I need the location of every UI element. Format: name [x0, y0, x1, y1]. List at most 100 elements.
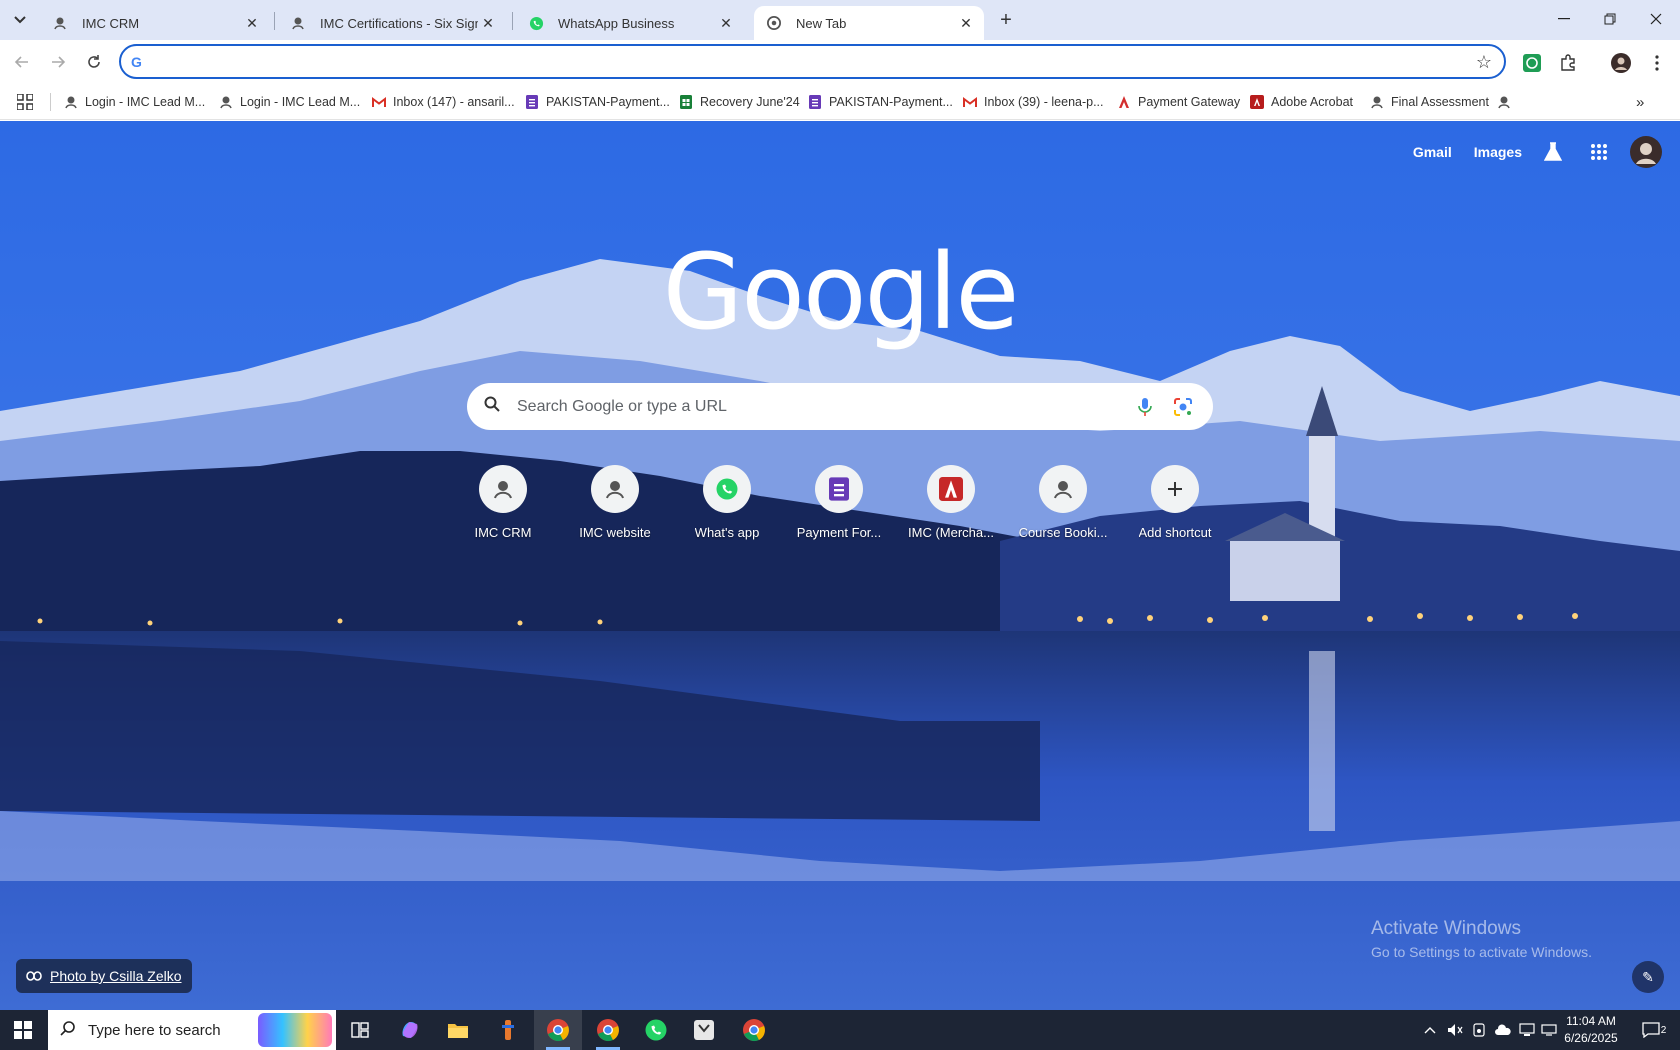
extensions-puzzle-icon[interactable]: [1557, 52, 1579, 74]
copilot-icon[interactable]: [386, 1010, 434, 1050]
chrome-menu-icon[interactable]: [1646, 52, 1668, 74]
google-apps-icon[interactable]: [1590, 143, 1608, 161]
voice-search-mic-icon[interactable]: [1133, 397, 1157, 417]
search-box[interactable]: Search Google or type a URL: [467, 383, 1213, 430]
bookmark-item[interactable]: PAKISTAN-Payment...: [525, 92, 670, 112]
new-tab-page: Gmail Images Google Search Google or typ…: [0, 121, 1680, 1010]
google-logo: Google: [662, 231, 1020, 353]
bookmark-label: Login - IMC Lead M...: [240, 95, 361, 109]
imc-icon: [52, 15, 68, 31]
shortcut-payment-form[interactable]: Payment For...: [783, 465, 895, 540]
acrobat-icon: [927, 465, 975, 513]
whatsapp-extension-icon[interactable]: [1521, 52, 1543, 74]
tab-imc-crm[interactable]: IMC CRM ✕: [40, 6, 270, 40]
tab-close-icon[interactable]: ✕: [956, 15, 976, 32]
file-explorer-icon[interactable]: [434, 1010, 482, 1050]
imc-icon: [479, 465, 527, 513]
network-icon[interactable]: [1515, 1010, 1539, 1050]
bookmark-item[interactable]: Payment Gateway: [1117, 92, 1240, 112]
system-clock[interactable]: 11:04 AM 6/26/2025: [1553, 1013, 1629, 1047]
tab-imc-certifications[interactable]: IMC Certifications - Six Sigma G ✕: [278, 6, 506, 40]
shortcut-imc-merchant[interactable]: IMC (Mercha...: [895, 465, 1007, 540]
tab-whatsapp-business[interactable]: WhatsApp Business ✕: [516, 6, 744, 40]
chrome-icon: [766, 15, 782, 31]
tab-divider: [512, 12, 513, 30]
whatsapp-taskbar-icon[interactable]: [632, 1010, 680, 1050]
profile-avatar-icon[interactable]: [1610, 52, 1632, 74]
bookmark-item[interactable]: Adobe Acrobat: [1250, 92, 1353, 112]
onedrive-icon[interactable]: [1491, 1010, 1515, 1050]
more-bookmarks-chevron-icon[interactable]: »: [1636, 92, 1644, 112]
address-bar[interactable]: G ☆: [119, 44, 1506, 79]
account-avatar[interactable]: [1630, 136, 1662, 168]
new-tab-button[interactable]: +: [993, 8, 1019, 32]
shortcut-whats-app[interactable]: What's app: [671, 465, 783, 540]
tab-search-button[interactable]: [6, 8, 34, 32]
taskbar-search[interactable]: Type here to search: [48, 1010, 336, 1050]
shortcut-imc-crm[interactable]: IMC CRM: [447, 465, 559, 540]
tab-close-icon[interactable]: ✕: [478, 15, 498, 32]
clock-time: 11:04 AM: [1566, 1014, 1616, 1028]
bookmark-item[interactable]: Final Assessment: [1370, 92, 1489, 112]
windows-start-icon[interactable]: [0, 1010, 46, 1050]
forms-icon: [815, 465, 863, 513]
add-shortcut-button[interactable]: Add shortcut: [1119, 465, 1231, 540]
reload-button[interactable]: [82, 50, 106, 74]
forward-button[interactable]: [46, 50, 70, 74]
bookmark-item[interactable]: Recovery June'24: [679, 92, 800, 112]
restore-button[interactable]: [1587, 0, 1633, 38]
close-window-button[interactable]: [1633, 0, 1679, 38]
activate-windows-title: Activate Windows: [1371, 918, 1521, 939]
bookmark-label: Inbox (147) - ansaril...: [393, 95, 515, 109]
tab-new-tab[interactable]: New Tab ✕: [754, 6, 984, 40]
search-input[interactable]: Search Google or type a URL: [517, 398, 1133, 416]
tab-close-icon[interactable]: ✕: [242, 15, 262, 32]
search-highlight-image: [258, 1013, 332, 1047]
sheets-icon: [679, 95, 693, 109]
notification-icon: [1642, 1022, 1660, 1038]
google-lens-icon[interactable]: [1171, 397, 1195, 417]
device-icon[interactable]: [1467, 1010, 1491, 1050]
bookmark-item[interactable]: Login - IMC Lead M...: [64, 92, 205, 112]
top-links: Gmail Images: [1413, 136, 1680, 168]
chrome-taskbar-icon-2[interactable]: [730, 1010, 778, 1050]
shortcut-course-booking[interactable]: Course Booki...: [1007, 465, 1119, 540]
chevron-up-icon[interactable]: [1418, 1010, 1442, 1050]
bookmark-item[interactable]: [1497, 92, 1518, 112]
notification-center[interactable]: 2: [1634, 1010, 1674, 1050]
app-pinned-icon[interactable]: [484, 1010, 532, 1050]
link-icon: [26, 968, 42, 984]
shortcut-label: Course Booki...: [1018, 525, 1108, 540]
bookmark-item[interactable]: Login - IMC Lead M...: [219, 92, 360, 112]
tab-close-icon[interactable]: ✕: [716, 15, 736, 32]
shortcut-label: Add shortcut: [1138, 525, 1212, 540]
imc-icon: [64, 95, 78, 109]
minimize-icon: [1558, 18, 1570, 20]
photo-credit-link[interactable]: Photo by Csilla Zelko: [50, 968, 182, 984]
chrome-taskbar-icon[interactable]: [534, 1010, 582, 1050]
bookmark-item[interactable]: Inbox (39) - leena-p...: [963, 92, 1104, 112]
minimize-button[interactable]: [1541, 0, 1587, 38]
chrome-profile-taskbar-icon[interactable]: [584, 1010, 632, 1050]
labs-flask-icon[interactable]: [1544, 142, 1562, 162]
task-view-icon[interactable]: [336, 1010, 384, 1050]
shortcut-imc-website[interactable]: IMC website: [559, 465, 671, 540]
photo-credit[interactable]: Photo by Csilla Zelko: [16, 959, 192, 993]
apps-grid-icon[interactable]: [17, 92, 33, 112]
taskbar-search-input[interactable]: Type here to search: [88, 1022, 221, 1039]
bookmark-star-icon[interactable]: ☆: [1476, 52, 1492, 73]
clock-app-icon[interactable]: [680, 1010, 728, 1050]
whatsapp-icon: [703, 465, 751, 513]
images-link[interactable]: Images: [1474, 144, 1522, 160]
shortcut-label: IMC CRM: [474, 525, 532, 540]
customize-pencil-icon[interactable]: ✎: [1632, 961, 1664, 993]
activate-windows-subtitle: Go to Settings to activate Windows.: [1371, 944, 1592, 960]
back-button[interactable]: [10, 50, 34, 74]
imc-icon: [1039, 465, 1087, 513]
volume-muted-icon[interactable]: [1443, 1010, 1467, 1050]
gmail-link[interactable]: Gmail: [1413, 144, 1452, 160]
search-icon: [48, 1020, 88, 1041]
bookmark-item[interactable]: PAKISTAN-Payment...: [808, 92, 953, 112]
bookmark-item[interactable]: Inbox (147) - ansaril...: [372, 92, 515, 112]
imc-icon: [591, 465, 639, 513]
